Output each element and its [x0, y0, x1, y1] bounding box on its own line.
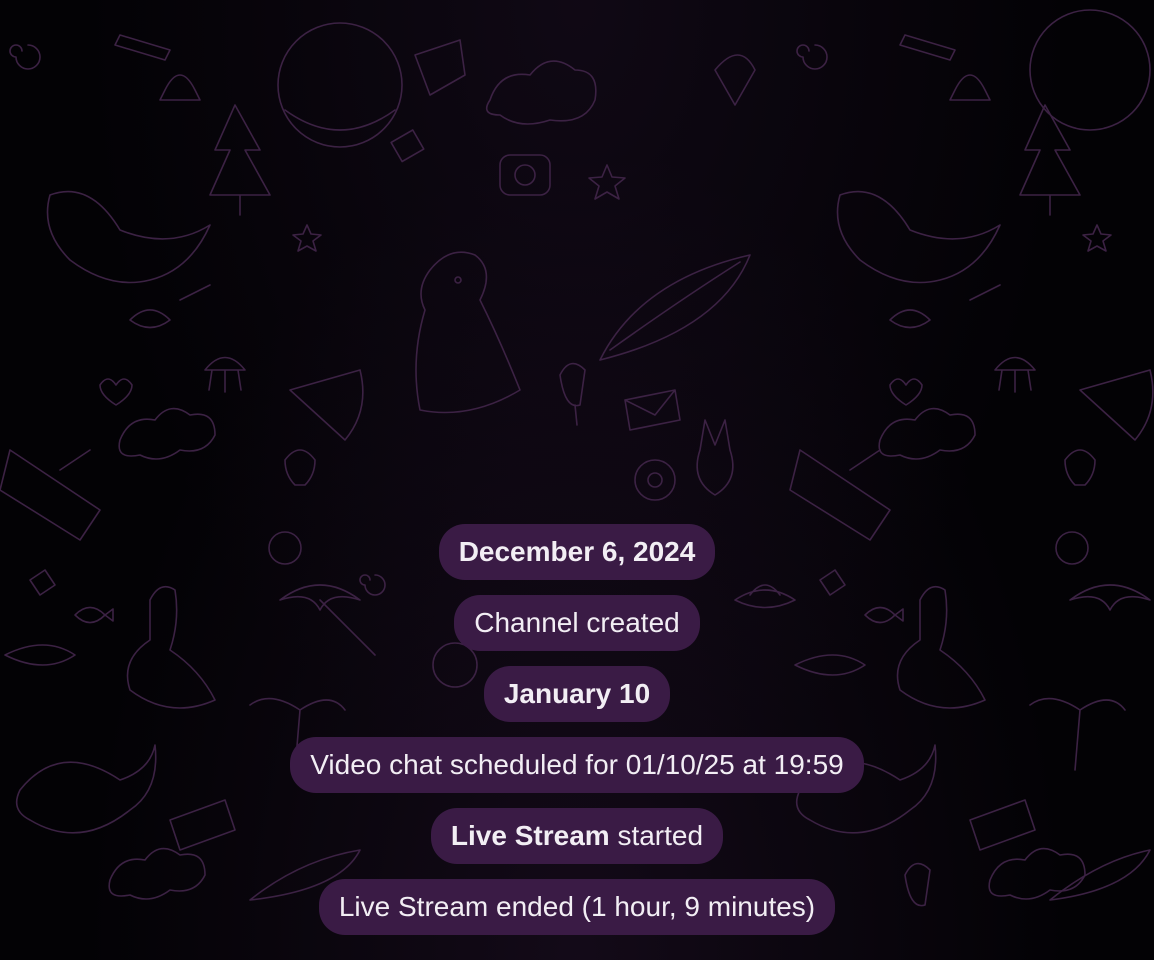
fox-doodle-2 [836, 190, 1001, 284]
shell-doodle-2 [889, 309, 931, 329]
service-message-text: Live Stream ended (1 hour, 9 minutes) [338, 891, 816, 922]
service-message-channel-created: Channel created [454, 595, 700, 651]
swirl-doodle-3 [796, 44, 828, 70]
camera-doodle [499, 154, 551, 196]
shell-doodle [129, 309, 171, 329]
service-message-text: Video chat scheduled for 01/10/25 at 19:… [310, 749, 844, 780]
service-message-live-stream-started[interactable]: Live Stream started [430, 808, 724, 864]
star-doodle-3 [1082, 224, 1112, 252]
pizza-doodle-2 [1079, 369, 1154, 441]
date-separator: January 10 [483, 666, 671, 722]
camera-lens-doodle [514, 164, 536, 186]
cloud-doodle-2 [878, 407, 976, 460]
cloud-doodle-3 [485, 60, 597, 125]
dinosaur-doodle [415, 251, 521, 414]
bell-doodle-2 [949, 74, 991, 101]
donut-hole-doodle [647, 472, 663, 488]
service-message-text: started [609, 820, 704, 851]
cloud-doodle [118, 407, 216, 460]
surfboard-doodle [599, 254, 751, 361]
rocket-doodle-2 [899, 34, 956, 61]
rocket-doodle [114, 34, 171, 61]
live-stream-link[interactable]: Live Stream [451, 808, 610, 864]
jellyfish-doodle [204, 356, 246, 393]
lightbulb-doodle [284, 449, 316, 486]
service-message-video-chat-scheduled[interactable]: Video chat scheduled for 01/10/25 at 19:… [290, 737, 864, 793]
ice-cream-doodle [714, 54, 756, 106]
fox-doodle [46, 190, 211, 284]
cake-doodle [414, 39, 466, 96]
star-doodle-2 [292, 224, 322, 252]
lightbulb-doodle-2 [1064, 449, 1096, 486]
bone-doodle [179, 284, 211, 301]
tree-doodle-2 [1019, 104, 1081, 216]
bell-doodle [159, 74, 201, 101]
donut-doodle [634, 459, 676, 501]
popsicle-doodle [559, 362, 586, 426]
star-doodle [588, 164, 626, 200]
message-feed: December 6, 2024 Channel created January… [0, 524, 1154, 950]
bone-doodle-2 [969, 284, 1001, 301]
date-label: December 6, 2024 [458, 536, 696, 567]
date-separator: December 6, 2024 [438, 524, 716, 580]
heart-doodle [99, 378, 133, 406]
chat-background: December 6, 2024 Channel created January… [0, 0, 1154, 960]
tree-doodle [209, 104, 271, 216]
swirl-doodle-2 [9, 44, 41, 70]
pizza-doodle [289, 369, 364, 441]
rabbit-doodle [696, 419, 734, 496]
service-message-text: Channel created [474, 607, 680, 638]
heart-doodle-2 [889, 378, 923, 406]
envelope-doodle [624, 389, 681, 431]
balloon-doodle [277, 9, 1151, 163]
service-message-live-stream-ended: Live Stream ended (1 hour, 9 minutes) [318, 879, 836, 935]
date-label: January 10 [503, 678, 651, 709]
jellyfish-doodle-2 [994, 356, 1036, 393]
